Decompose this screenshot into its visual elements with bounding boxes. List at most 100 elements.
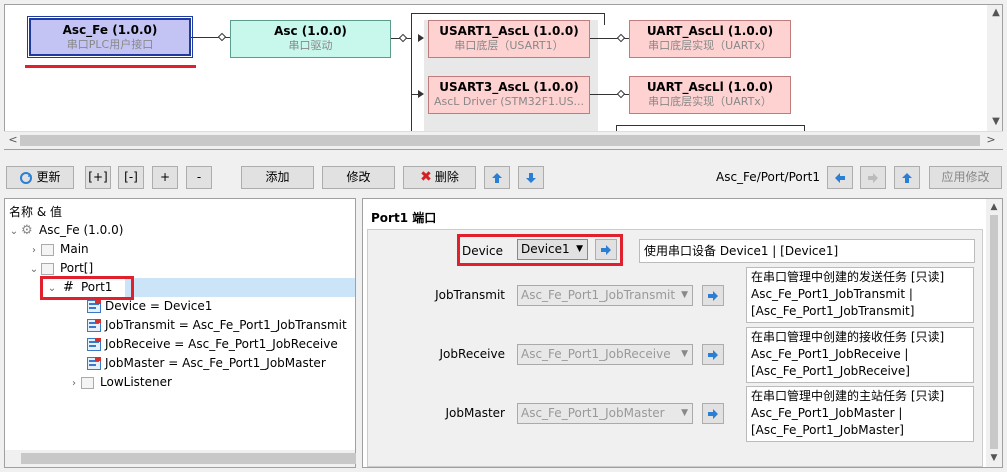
- description-line: 在串口管理中创建的主站任务 [只读]: [751, 389, 945, 403]
- connector-diamond: [217, 32, 227, 42]
- description-line: 在串口管理中创建的接收任务 [只读]: [751, 330, 945, 344]
- scroll-down-icon[interactable]: ▼: [987, 451, 1001, 465]
- arrow-right-icon: [708, 291, 718, 301]
- collapse-all-button[interactable]: [-]: [118, 166, 144, 189]
- folder-icon: [41, 243, 54, 256]
- scroll-up-icon[interactable]: ▲: [987, 200, 1001, 214]
- refresh-icon: [20, 171, 33, 184]
- chevron-right-icon[interactable]: ›: [27, 241, 41, 260]
- chevron-right-icon[interactable]: ›: [67, 374, 81, 393]
- node-uart-ascll-1[interactable]: UART_AscLl (1.0.0) 串口底层实现（UARTx）: [629, 20, 791, 58]
- detail-panel: Port1 端口 Device Device1 ▼ 使用串口设备 Device1 …: [362, 198, 1003, 468]
- scrollbar-thumb[interactable]: [21, 453, 356, 464]
- plus-button[interactable]: +: [152, 166, 178, 189]
- scroll-left-icon[interactable]: <: [6, 133, 20, 147]
- description-line: Asc_Fe_Port1_JobMaster |: [751, 406, 903, 420]
- move-up-button[interactable]: [484, 166, 510, 189]
- tree-item-label: JobReceive = Asc_Fe_Port1_JobReceive: [105, 337, 338, 351]
- description-line: Asc_Fe_Port1_JobTransmit |: [751, 287, 913, 301]
- tree-item-jobmaster[interactable]: JobMaster = Asc_Fe_Port1_JobMaster: [87, 354, 326, 373]
- tree-item-lowlistener[interactable]: › LowListener: [67, 373, 172, 392]
- jobreceive-goto-button[interactable]: [702, 344, 724, 365]
- highlight-underline: [25, 65, 196, 68]
- detail-vertical-scrollbar[interactable]: ▲ ▼: [986, 199, 1002, 467]
- nav-up-button[interactable]: [894, 166, 920, 189]
- scrollbar-thumb[interactable]: [990, 215, 998, 449]
- delete-button[interactable]: ✖ 删除: [403, 166, 476, 189]
- tree-item-jobtransmit[interactable]: JobTransmit = Asc_Fe_Port1_JobTransmit: [87, 316, 347, 335]
- tree-item-label: LowListener: [100, 375, 172, 389]
- jobmaster-label: JobMaster: [445, 406, 505, 420]
- jobtransmit-description: 在串口管理中创建的发送任务 [只读] Asc_Fe_Port1_JobTrans…: [746, 267, 974, 323]
- diagram-vertical-scrollbar[interactable]: ▲ ▼: [987, 5, 1002, 132]
- nav-forward-button[interactable]: [860, 166, 886, 189]
- node-title: USART1_AscL (1.0.0): [439, 24, 579, 38]
- tree-item-label: JobMaster = Asc_Fe_Port1_JobMaster: [105, 356, 326, 370]
- diagram-horizontal-scrollbar[interactable]: < >: [4, 131, 1003, 149]
- tree-item-label: Main: [60, 242, 89, 256]
- arrow-right-icon: [708, 350, 718, 360]
- description-line: 在串口管理中创建的发送任务 [只读]: [751, 270, 945, 284]
- refresh-label: 更新: [36, 170, 61, 184]
- node-subtitle: AscL Driver (STM32F1.US...: [433, 95, 585, 108]
- node-usart1-ascl[interactable]: USART1_AscL (1.0.0) 串口底层（USART1）: [428, 20, 590, 58]
- jobreceive-label: JobReceive: [439, 347, 505, 361]
- arrow-left-icon: [835, 172, 845, 183]
- node-subtitle: 串口底层（USART1）: [454, 39, 564, 52]
- tree-item-main[interactable]: › Main: [27, 240, 89, 259]
- arrow-up-icon: [902, 172, 912, 183]
- node-title: USART3_AscL (1.0.0): [439, 80, 579, 94]
- refresh-button[interactable]: 更新: [6, 166, 74, 189]
- arrow-down-icon: [526, 172, 536, 183]
- description-line: [Asc_Fe_Port1_JobMaster]: [751, 423, 904, 437]
- tree-item-label: Asc_Fe (1.0.0): [39, 223, 124, 237]
- detail-title: Port1 端口: [371, 211, 437, 225]
- connector-diamond: [616, 89, 626, 99]
- minus-button[interactable]: -: [186, 166, 212, 189]
- node-title: UART_AscLl (1.0.0): [646, 80, 774, 94]
- description-line: [Asc_Fe_Port1_JobReceive]: [751, 364, 910, 378]
- node-asc[interactable]: Asc (1.0.0) 串口驱动: [230, 20, 391, 58]
- tree-selection-bar: [125, 278, 355, 297]
- chevron-down-icon[interactable]: ⌄: [7, 222, 21, 241]
- tree-item-root[interactable]: ⌄ ⚙ Asc_Fe (1.0.0): [7, 221, 124, 241]
- add-button[interactable]: 添加: [241, 166, 314, 189]
- parameter-tree[interactable]: 名称 & 值 ⌄ ⚙ Asc_Fe (1.0.0) › Main ⌄ Port[] ⌄ #…: [4, 198, 356, 468]
- tree-item-jobreceive[interactable]: JobReceive = Asc_Fe_Port1_JobReceive: [87, 335, 338, 354]
- move-down-button[interactable]: [518, 166, 544, 189]
- parameter-icon: [87, 319, 101, 332]
- connector-diamond: [616, 33, 626, 43]
- delete-x-icon: ✖: [420, 169, 432, 185]
- arrow-up-icon: [492, 172, 502, 183]
- expand-all-button[interactable]: [+]: [85, 166, 111, 189]
- node-subtitle: 串口底层实现（UARTx）: [648, 39, 772, 52]
- edit-button[interactable]: 修改: [322, 166, 395, 189]
- scroll-up-icon[interactable]: ▲: [989, 6, 1002, 20]
- folder-icon: [41, 262, 54, 275]
- apply-changes-button[interactable]: 应用修改: [929, 166, 1002, 189]
- scroll-right-icon[interactable]: >: [984, 133, 998, 147]
- jobreceive-select: Asc_Fe_Port1_JobReceive ▼: [517, 344, 693, 365]
- node-usart3-ascl[interactable]: USART3_AscL (1.0.0) AscL Driver (STM32F1…: [428, 76, 590, 114]
- chevron-down-icon: ▼: [681, 349, 688, 359]
- scroll-down-icon[interactable]: ▼: [989, 115, 1002, 129]
- node-subtitle: 串口底层实现（UARTx）: [648, 95, 772, 108]
- dependency-diagram[interactable]: Asc_Fe (1.0.0) 串口PLC用户接口 Asc (1.0.0) 串口驱…: [4, 4, 1003, 150]
- node-uart-ascll-2[interactable]: UART_AscLl (1.0.0) 串口底层实现（UARTx）: [629, 76, 791, 114]
- jobmaster-goto-button[interactable]: [702, 403, 724, 424]
- chevron-down-icon[interactable]: ⌄: [27, 260, 41, 279]
- jobtransmit-goto-button[interactable]: [702, 285, 724, 306]
- description-line: [Asc_Fe_Port1_JobTransmit]: [751, 304, 915, 318]
- folder-icon: [81, 376, 94, 389]
- node-subtitle: 串口PLC用户接口: [66, 38, 154, 51]
- delete-label: 删除: [434, 170, 459, 184]
- tree-horizontal-scrollbar[interactable]: [5, 450, 356, 467]
- jobreceive-select-value: Asc_Fe_Port1_JobReceive: [521, 347, 671, 361]
- scrollbar-thumb[interactable]: [20, 135, 980, 146]
- tree-item-label: Port[]: [60, 261, 94, 275]
- jobtransmit-select: Asc_Fe_Port1_JobTransmit ▼: [517, 285, 693, 306]
- node-asc-fe[interactable]: Asc_Fe (1.0.0) 串口PLC用户接口: [27, 16, 193, 58]
- tree-item-device[interactable]: Device = Device1: [87, 297, 212, 316]
- parameter-icon: [87, 300, 101, 313]
- nav-back-button[interactable]: [827, 166, 853, 189]
